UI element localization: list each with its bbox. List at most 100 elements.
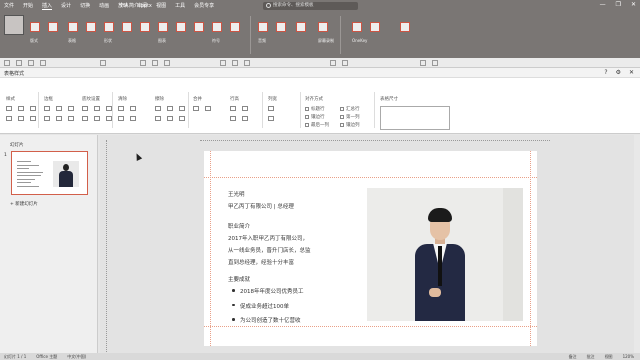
col-width-icon[interactable] bbox=[268, 106, 274, 111]
style-icon[interactable] bbox=[18, 116, 24, 121]
menu-view[interactable]: 视图 bbox=[156, 2, 166, 10]
office-addin-button[interactable] bbox=[400, 22, 412, 34]
islide-button[interactable] bbox=[370, 22, 382, 34]
merge-icon[interactable] bbox=[193, 106, 199, 111]
checkbox[interactable] bbox=[305, 106, 309, 111]
profile-line[interactable]: 2017年入职甲乙丙丁有限公司， bbox=[228, 234, 308, 242]
add-slide-button[interactable]: + 新建幻灯片 bbox=[10, 201, 38, 207]
help-icon[interactable]: ? bbox=[604, 69, 607, 76]
align-center-icon[interactable] bbox=[232, 60, 238, 66]
option-header-row[interactable]: 标题行 bbox=[305, 106, 325, 112]
row-height-icon[interactable] bbox=[242, 106, 248, 111]
option-last-column[interactable]: 最后一列 bbox=[305, 122, 329, 128]
option-total-row[interactable]: 汇总行 bbox=[340, 106, 360, 112]
merge-icon[interactable] bbox=[205, 106, 211, 111]
align-right-icon[interactable] bbox=[244, 60, 250, 66]
menu-tools[interactable]: 工具 bbox=[175, 2, 185, 10]
eraser-icon[interactable] bbox=[118, 106, 124, 111]
view-button[interactable]: 视图 bbox=[605, 354, 613, 360]
shading-icon[interactable] bbox=[82, 106, 88, 111]
checkbox[interactable] bbox=[340, 122, 344, 127]
eraser-icon[interactable] bbox=[118, 116, 124, 121]
border-icon[interactable] bbox=[56, 106, 62, 111]
smartart-button[interactable] bbox=[140, 22, 152, 34]
row-height-icon[interactable] bbox=[230, 116, 236, 121]
onekey-button[interactable] bbox=[352, 22, 364, 34]
align-left-icon[interactable] bbox=[220, 60, 226, 66]
new-slide-button[interactable] bbox=[4, 15, 24, 45]
table-button[interactable] bbox=[68, 22, 80, 34]
video-button[interactable] bbox=[276, 22, 288, 34]
checkbox[interactable] bbox=[305, 122, 309, 127]
textbox-button[interactable] bbox=[176, 22, 188, 34]
style-icon[interactable] bbox=[30, 106, 36, 111]
col-width-icon[interactable] bbox=[268, 116, 274, 121]
maximize-button[interactable]: ❐ bbox=[616, 1, 621, 8]
draw-icon[interactable] bbox=[167, 116, 173, 121]
shading-icon[interactable] bbox=[82, 116, 88, 121]
checkbox[interactable] bbox=[340, 106, 344, 111]
section-button[interactable] bbox=[48, 22, 60, 34]
slide-thumbnail[interactable] bbox=[11, 151, 88, 195]
menu-transitions[interactable]: 切换 bbox=[80, 2, 90, 10]
profile-line[interactable]: 从一线业务员，晋升门店长，总监 bbox=[228, 246, 311, 254]
menu-home[interactable]: 开始 bbox=[23, 2, 33, 10]
notes-button[interactable]: 备注 bbox=[569, 354, 577, 360]
wordart-button[interactable] bbox=[194, 22, 206, 34]
search-input[interactable]: 搜索命令、搜索模板 bbox=[263, 2, 358, 10]
menu-insert[interactable]: 插入 bbox=[42, 2, 53, 10]
menu-design[interactable]: 设计 bbox=[61, 2, 71, 10]
shading-icon[interactable] bbox=[94, 116, 100, 121]
checkbox[interactable] bbox=[340, 114, 344, 119]
close-button[interactable]: ✕ bbox=[631, 1, 636, 8]
portrait-photo[interactable] bbox=[367, 188, 523, 321]
slide[interactable]: 王光明 甲乙丙丁有限公司 | 总经理 职业简介 2017年入职甲乙丙丁有限公司，… bbox=[204, 151, 537, 346]
shape-outline-icon[interactable] bbox=[432, 60, 438, 66]
shape-fill-icon[interactable] bbox=[420, 60, 426, 66]
eraser-icon[interactable] bbox=[130, 116, 136, 121]
chart-button[interactable] bbox=[158, 22, 170, 34]
border-icon[interactable] bbox=[44, 116, 50, 121]
vertical-scrollbar[interactable] bbox=[634, 135, 640, 353]
person-name[interactable]: 王光明 bbox=[228, 190, 245, 198]
border-icon[interactable] bbox=[44, 106, 50, 111]
checkbox[interactable] bbox=[305, 114, 309, 119]
print-icon[interactable] bbox=[40, 60, 46, 66]
menu-file[interactable]: 文件 bbox=[4, 2, 14, 10]
highlight-icon[interactable] bbox=[342, 60, 348, 66]
achievements-heading[interactable]: 主要成就 bbox=[228, 275, 250, 283]
menu-animations[interactable]: 动画 bbox=[99, 2, 109, 10]
comments-button[interactable]: 批注 bbox=[587, 354, 595, 360]
redo-icon[interactable] bbox=[16, 60, 22, 66]
screen-record-button[interactable] bbox=[318, 22, 330, 34]
font-color-icon[interactable] bbox=[330, 60, 336, 66]
format-painter-icon[interactable] bbox=[100, 60, 106, 66]
minimize-button[interactable]: — bbox=[600, 1, 606, 8]
draw-icon[interactable] bbox=[179, 116, 185, 121]
border-icon[interactable] bbox=[56, 116, 62, 121]
row-height-icon[interactable] bbox=[230, 106, 236, 111]
hyperlink-button[interactable] bbox=[296, 22, 308, 34]
draw-icon[interactable] bbox=[167, 106, 173, 111]
style-icon[interactable] bbox=[30, 116, 36, 121]
table-size-preview[interactable] bbox=[380, 106, 450, 130]
option-banded-rows[interactable]: 镶边行 bbox=[305, 114, 325, 120]
style-icon[interactable] bbox=[6, 116, 12, 121]
company-title[interactable]: 甲乙丙丁有限公司 | 总经理 bbox=[228, 202, 294, 210]
layout-button[interactable] bbox=[30, 22, 42, 34]
achievements-list[interactable]: 2018年年度公司优秀员工 促成业务超过100单 为公司创造了数十亿营收 bbox=[232, 287, 304, 331]
language[interactable]: 中文(中国) bbox=[67, 354, 86, 360]
option-banded-cols[interactable]: 镶边列 bbox=[340, 122, 360, 128]
eraser-icon[interactable] bbox=[130, 106, 136, 111]
save-icon[interactable] bbox=[28, 60, 34, 66]
close-icon[interactable]: ✕ bbox=[629, 69, 634, 76]
style-icon[interactable] bbox=[18, 106, 24, 111]
undo-icon[interactable] bbox=[4, 60, 10, 66]
icons-button[interactable] bbox=[122, 22, 134, 34]
shape-button[interactable] bbox=[104, 22, 116, 34]
shading-icon[interactable] bbox=[94, 106, 100, 111]
profile-heading[interactable]: 职业简介 bbox=[228, 222, 250, 230]
draw-icon[interactable] bbox=[155, 116, 161, 121]
option-first-column[interactable]: 第一列 bbox=[340, 114, 360, 120]
equation-button[interactable] bbox=[230, 22, 242, 34]
